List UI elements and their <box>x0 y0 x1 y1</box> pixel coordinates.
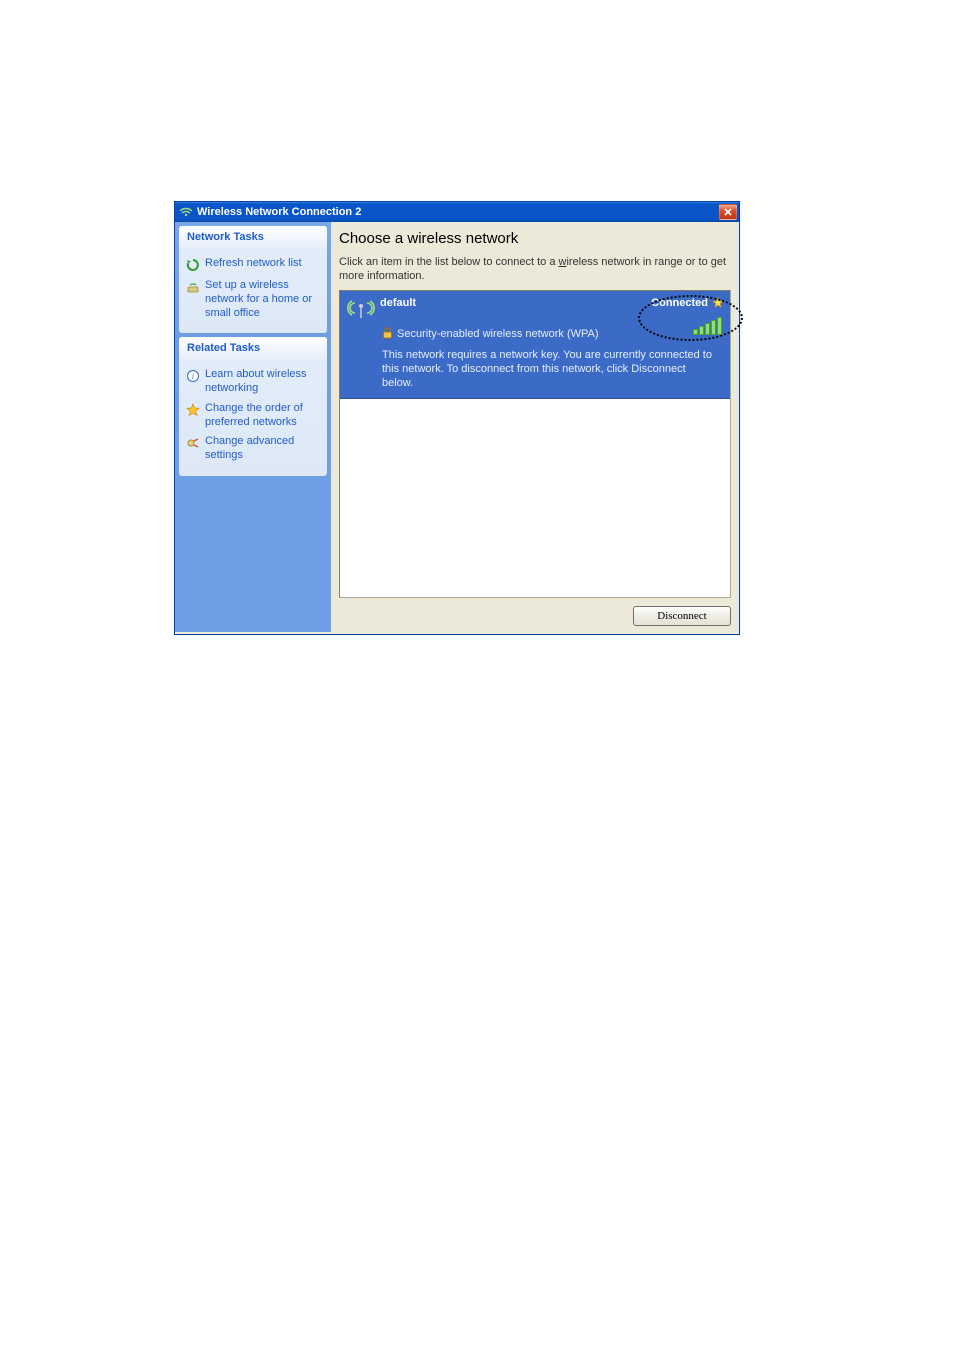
main-content: Choose a wireless network Click an item … <box>331 222 739 632</box>
security-line: Security-enabled wireless network (WPA) <box>397 328 599 340</box>
sidebar: Network Tasks Refresh network list <box>175 222 331 632</box>
signal-strength-icon <box>693 317 722 335</box>
learn-about-wireless[interactable]: i Learn about wireless networking <box>185 365 321 399</box>
task-label: Change the order of preferred networks <box>205 402 321 430</box>
task-label: Learn about wireless networking <box>205 368 321 396</box>
close-button[interactable] <box>719 204 737 220</box>
favorite-star-icon <box>712 297 724 312</box>
instruction-text: Click an item in the list below to conne… <box>339 255 731 284</box>
antenna-icon <box>346 297 376 321</box>
lock-icon <box>382 327 393 342</box>
related-tasks-header: Related Tasks <box>179 337 327 359</box>
setup-wireless-network[interactable]: Set up a wireless network for a home or … <box>185 276 321 323</box>
star-order-icon <box>185 402 201 418</box>
task-label: Set up a wireless network for a home or … <box>205 279 321 320</box>
wireless-connection-window: Wireless Network Connection 2 Network Ta… <box>174 201 740 635</box>
network-description: This network requires a network key. You… <box>382 348 724 391</box>
network-tasks-panel: Network Tasks Refresh network list <box>179 226 327 333</box>
change-advanced-settings[interactable]: Change advanced settings <box>185 432 321 466</box>
titlebar: Wireless Network Connection 2 <box>175 202 739 222</box>
task-label: Refresh network list <box>205 257 321 271</box>
info-icon: i <box>185 368 201 384</box>
change-order-networks[interactable]: Change the order of preferred networks <box>185 399 321 433</box>
network-status: Connected <box>651 297 708 309</box>
window-title: Wireless Network Connection 2 <box>197 206 719 218</box>
related-tasks-panel: Related Tasks i Learn about wireless net… <box>179 337 327 476</box>
refresh-icon <box>185 257 201 273</box>
network-tasks-header: Network Tasks <box>179 226 327 248</box>
refresh-network-list[interactable]: Refresh network list <box>185 254 321 276</box>
task-label: Change advanced settings <box>205 435 321 463</box>
setup-network-icon <box>185 279 201 295</box>
disconnect-button[interactable]: Disconnect <box>633 606 731 626</box>
network-list[interactable]: default Connected Security-enabled wirel… <box>339 290 731 598</box>
instruction-pre: Click an item in the list below to conne… <box>339 256 559 268</box>
advanced-settings-icon <box>185 435 201 451</box>
wireless-icon <box>179 205 193 219</box>
network-item-default[interactable]: default Connected Security-enabled wirel… <box>340 291 730 400</box>
page-heading: Choose a wireless network <box>339 230 731 247</box>
network-name: default <box>380 297 651 309</box>
svg-text:i: i <box>192 372 194 381</box>
